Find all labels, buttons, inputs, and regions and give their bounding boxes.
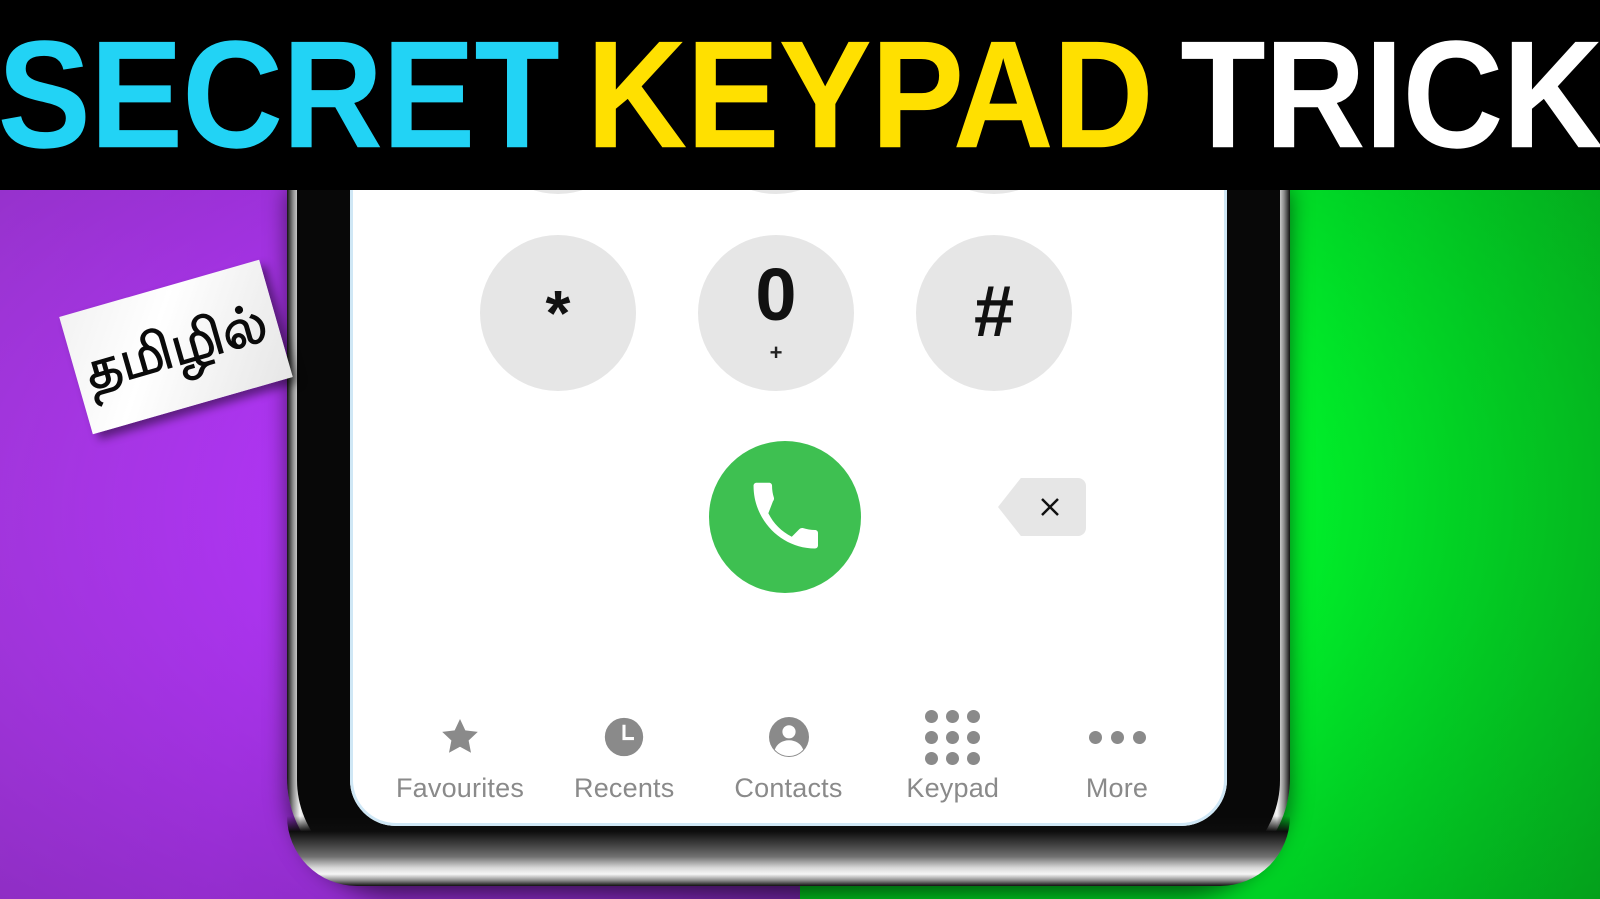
tab-keypad[interactable]: Keypad (871, 709, 1035, 803)
tab-recents[interactable]: Recents (542, 711, 706, 802)
tab-favourites-label: Favourites (395, 773, 525, 803)
person-icon (765, 711, 813, 763)
tab-contacts[interactable]: Contacts (707, 711, 871, 802)
phone-screen: * 0 + # Favourites Recents Contacts Keyp… (350, 186, 1227, 826)
keypad-key-hash-label: # (973, 272, 1015, 353)
keypad-key-zero-label: 0 (755, 253, 797, 337)
phone-mockup: * 0 + # Favourites Recents Contacts Keyp… (287, 180, 1290, 886)
tamil-language-sticker-text: தமிழில் (78, 292, 274, 402)
bottom-tab-bar: Favourites Recents Contacts Keypad More (350, 709, 1227, 803)
keypad-key-star-label: * (545, 276, 571, 349)
title-text: SECRET KEYPAD TRICK (0, 18, 1600, 171)
keypad-key-hash[interactable]: # (916, 235, 1072, 391)
tab-keypad-label: Keypad (906, 773, 1000, 803)
tab-contacts-label: Contacts (734, 773, 843, 803)
keypad-key-zero-sublabel: + (769, 339, 783, 365)
call-button[interactable] (709, 441, 861, 593)
keypad-key-zero[interactable]: 0 + (698, 235, 854, 391)
title-word-trick: TRICK (1180, 9, 1600, 180)
screenshot-canvas: * 0 + # Favourites Recents Contacts Keyp… (0, 0, 1600, 899)
tab-recents-label: Recents (574, 773, 675, 803)
dial-grid-icon (925, 709, 981, 765)
title-word-secret: SECRET (0, 9, 560, 180)
backspace-button[interactable] (998, 478, 1086, 536)
tab-more[interactable]: More (1035, 711, 1199, 802)
phone-bottom-rail (287, 816, 1290, 886)
ellipsis-icon (1088, 711, 1146, 763)
tab-favourites[interactable]: Favourites (378, 711, 542, 802)
keypad-key-star[interactable]: * (480, 235, 636, 391)
title-word-keypad: KEYPAD (586, 9, 1153, 180)
star-icon (437, 711, 483, 763)
clock-icon (601, 711, 647, 763)
tab-more-label: More (1085, 773, 1149, 803)
phone-handset-icon (748, 480, 822, 554)
title-banner: SECRET KEYPAD TRICK (0, 0, 1600, 190)
